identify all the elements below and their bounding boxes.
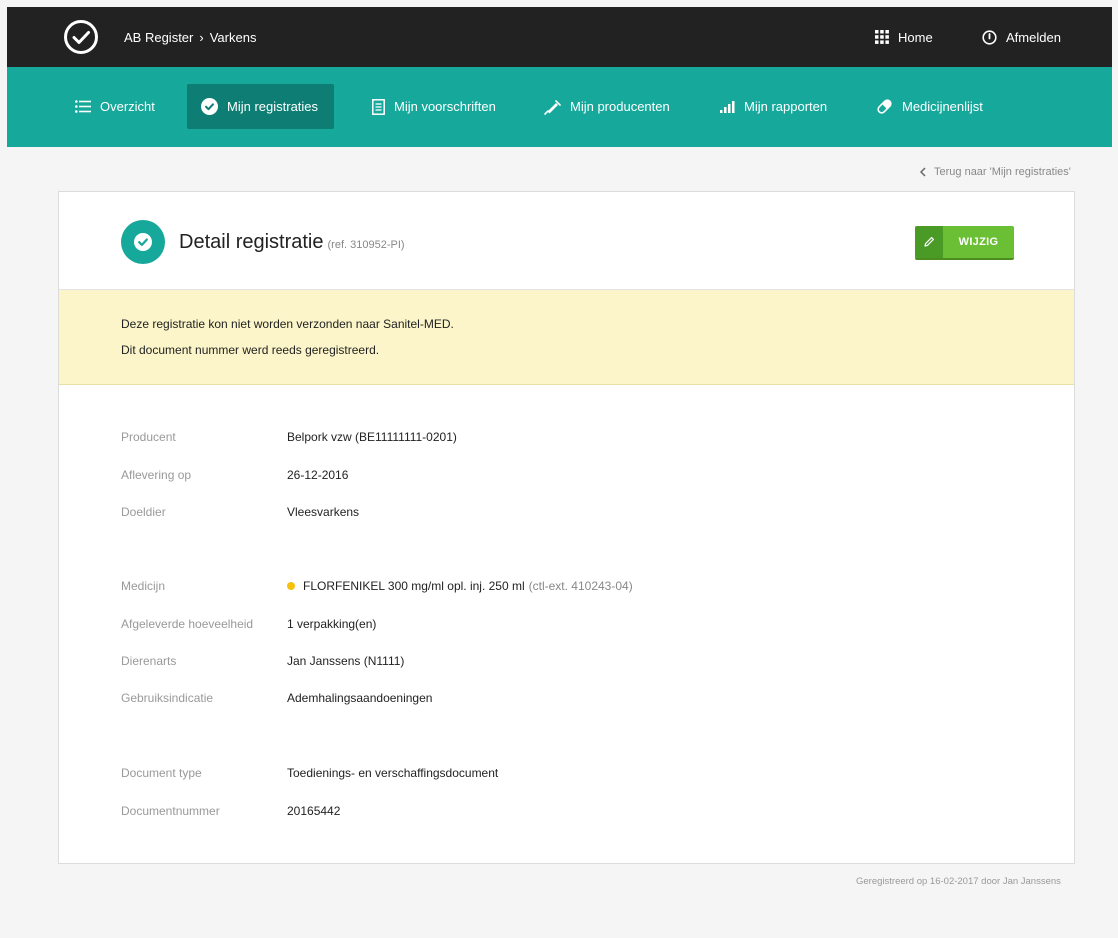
breadcrumb-app[interactable]: AB Register — [124, 30, 193, 45]
nav-item-mijn-producenten[interactable]: Mijn producenten — [529, 84, 684, 129]
field-label: Gebruiksindicatie — [121, 691, 214, 705]
medicine-code: (ctl-ext. 410243-04) — [528, 579, 633, 593]
top-bar: AB Register › Varkens Home Afmelden — [7, 7, 1112, 67]
chevron-left-icon — [920, 167, 926, 177]
breadcrumb-separator-icon: › — [199, 29, 204, 45]
nav-item-mijn-rapporten[interactable]: Mijn rapporten — [705, 84, 841, 129]
field-row-document-type: Document type Toedienings- en verschaffi… — [121, 764, 498, 782]
back-link-label: Terug naar 'Mijn registraties' — [934, 166, 1071, 178]
logout-link[interactable]: Afmelden — [982, 7, 1061, 67]
warning-detail: Dit document nummer werd reeds geregistr… — [121, 343, 380, 357]
field-label: Dierenarts — [121, 654, 177, 668]
registration-footnote: Geregistreerd op 16-02-2017 door Jan Jan… — [856, 876, 1061, 887]
warning-message: Deze registratie kon niet worden verzond… — [121, 317, 454, 331]
field-label: Doeldier — [121, 505, 166, 519]
nav-label: Overzicht — [100, 99, 155, 114]
bar-chart-icon — [720, 100, 735, 113]
nav-item-overzicht[interactable]: Overzicht — [61, 84, 169, 129]
field-row-hoeveelheid: Afgeleverde hoeveelheid 1 verpakking(en) — [121, 615, 376, 633]
field-value: Belpork vzw (BE11111111-0201) — [287, 430, 457, 444]
field-value-medicine: FLORFENIKEL 300 mg/ml opl. inj. 250 ml (… — [287, 579, 633, 593]
nav-label: Mijn voorschriften — [394, 99, 496, 114]
back-link[interactable]: Terug naar 'Mijn registraties' — [920, 166, 1071, 178]
field-row-aflevering: Aflevering op 26-12-2016 — [121, 466, 348, 484]
field-value: 1 verpakking(en) — [287, 617, 377, 631]
page-title: Detail registratie (ref. 310952-PI) — [179, 231, 405, 254]
detail-card: Detail registratie (ref. 310952-PI) WIJZI… — [58, 191, 1075, 864]
nav-label: Mijn rapporten — [744, 99, 828, 114]
warning-banner: Deze registratie kon niet worden verzond… — [59, 290, 1074, 385]
breadcrumb: AB Register › Varkens — [124, 7, 256, 67]
reference-number: (ref. 310952-PI) — [327, 239, 405, 251]
check-circle-logo-icon[interactable] — [63, 19, 99, 55]
field-value: Vleesvarkens — [287, 505, 360, 519]
field-value: Ademhalingsaandoeningen — [287, 691, 433, 705]
field-row-dierenarts: Dierenarts Jan Janssens (N1111) — [121, 652, 404, 670]
grid-icon — [875, 30, 889, 44]
home-label: Home — [898, 29, 933, 45]
nav-item-mijn-registraties[interactable]: Mijn registraties — [187, 84, 334, 129]
edit-button[interactable]: WIJZIG — [915, 226, 1014, 258]
field-label: Aflevering op — [121, 468, 192, 482]
nav-label: Mijn producenten — [570, 99, 670, 114]
field-label: Document type — [121, 766, 202, 780]
breadcrumb-section[interactable]: Varkens — [210, 30, 257, 45]
detail-header: Detail registratie (ref. 310952-PI) WIJZI… — [59, 192, 1074, 290]
main-nav: Overzicht Mijn registraties Mijn voorsch… — [7, 67, 1112, 147]
home-link[interactable]: Home — [875, 7, 933, 67]
nav-item-medicijnenlijst[interactable]: Medicijnenlijst — [862, 84, 997, 129]
check-circle-icon — [121, 220, 165, 264]
field-value: Jan Janssens (N1111) — [287, 654, 405, 668]
list-icon — [75, 100, 91, 113]
field-label: Documentnummer — [121, 804, 220, 818]
syringe-icon — [544, 99, 561, 115]
field-row-medicijn: Medicijn FLORFENIKEL 300 mg/ml opl. inj.… — [121, 577, 633, 595]
field-label: Medicijn — [121, 579, 166, 593]
field-value: Toedienings- en verschaffingsdocument — [287, 766, 499, 780]
nav-item-mijn-voorschriften[interactable]: Mijn voorschriften — [358, 84, 510, 129]
check-circle-icon — [201, 98, 218, 115]
nav-label: Medicijnenlijst — [902, 99, 983, 114]
page-title-text: Detail registratie — [179, 231, 324, 253]
edit-button-label: WIJZIG — [943, 226, 1014, 258]
pencil-icon — [915, 226, 943, 258]
field-row-gebruiksindicatie: Gebruiksindicatie Ademhalingsaandoeninge… — [121, 689, 432, 707]
field-row-producent: Producent Belpork vzw (BE11111111-0201) — [121, 428, 457, 446]
pill-icon — [877, 99, 892, 114]
power-icon — [982, 29, 997, 45]
field-value: 26-12-2016 — [287, 468, 349, 482]
status-dot-icon — [287, 582, 295, 590]
field-label: Afgeleverde hoeveelheid — [121, 617, 254, 631]
field-row-documentnummer: Documentnummer 20165442 — [121, 802, 340, 820]
field-label: Producent — [121, 430, 176, 444]
medicine-name: FLORFENIKEL 300 mg/ml opl. inj. 250 ml — [303, 579, 525, 593]
field-value: 20165442 — [287, 804, 341, 818]
document-icon — [372, 98, 385, 115]
field-row-doeldier: Doeldier Vleesvarkens — [121, 503, 359, 521]
nav-label: Mijn registraties — [227, 99, 319, 114]
logout-label: Afmelden — [1006, 29, 1061, 45]
